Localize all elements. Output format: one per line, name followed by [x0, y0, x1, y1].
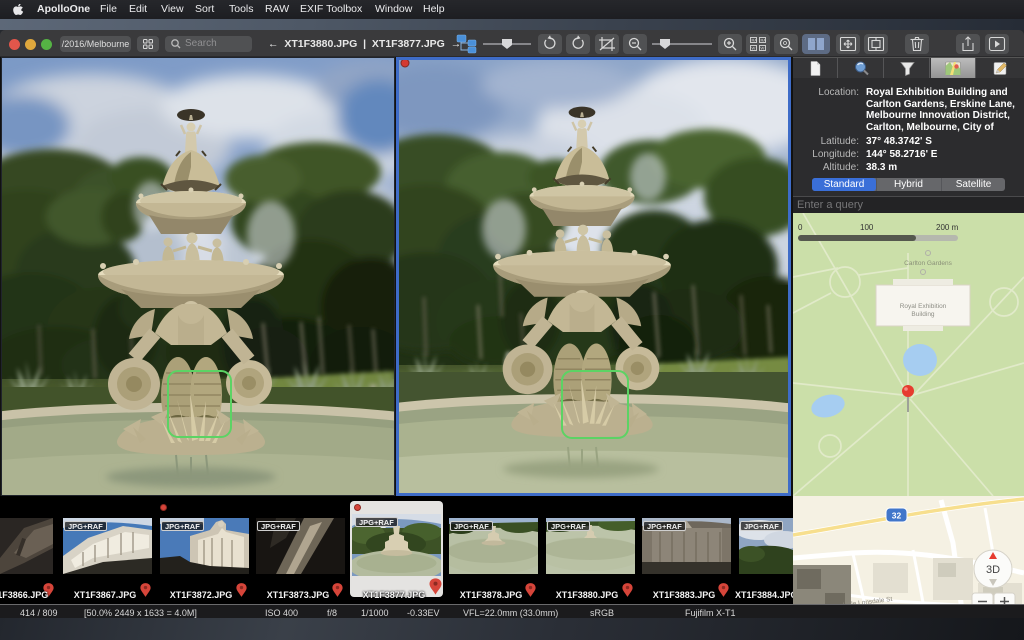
svg-text:Carlton Gardens: Carlton Gardens: [904, 260, 952, 267]
svg-text:W: W: [752, 46, 756, 51]
svg-text:100: 100: [860, 223, 874, 232]
svg-text:0: 0: [798, 223, 803, 232]
svg-text:32: 32: [892, 511, 902, 521]
svg-text:Royal Exhibition: Royal Exhibition: [900, 303, 947, 310]
svg-text:200 m: 200 m: [936, 223, 959, 232]
svg-text:Building: Building: [911, 311, 935, 318]
svg-text:W: W: [761, 46, 765, 51]
svg-text:3D: 3D: [986, 564, 1000, 576]
svg-text:RA: RA: [752, 38, 758, 43]
svg-text:RA: RA: [761, 38, 767, 43]
